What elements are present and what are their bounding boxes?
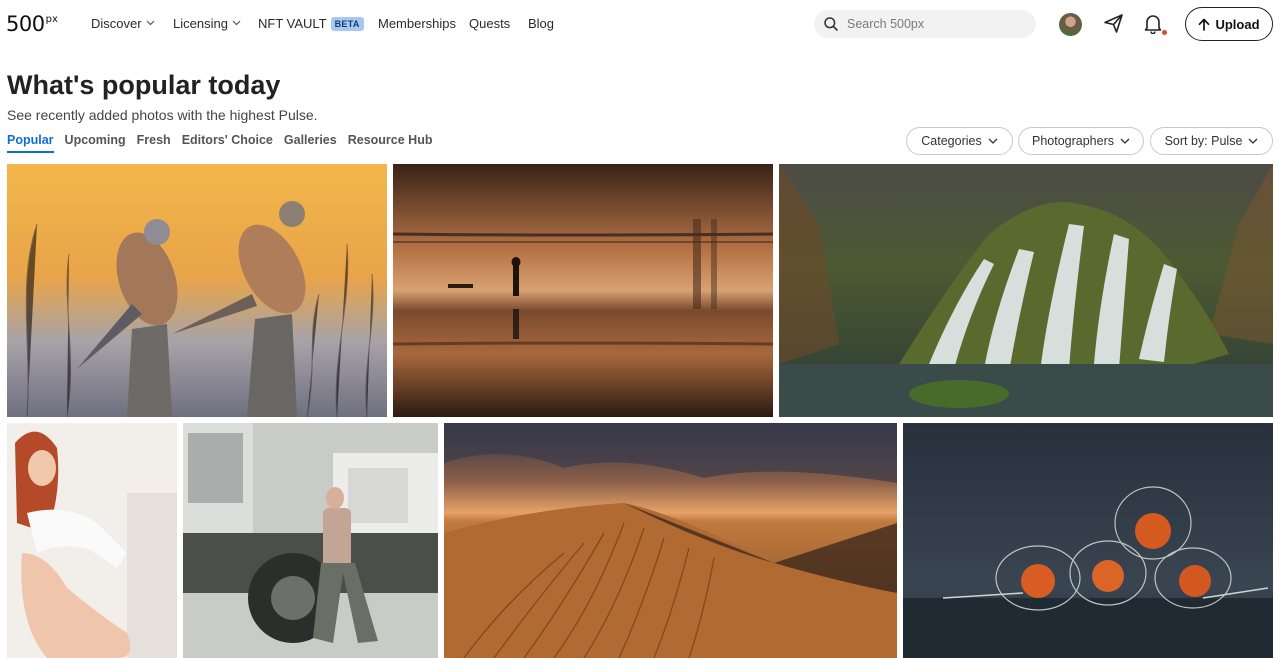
photo-bridge-silhouette[interactable] xyxy=(393,164,773,417)
tab-fresh[interactable]: Fresh xyxy=(137,133,171,153)
truck-image xyxy=(183,423,438,658)
nav-discover-label: Discover xyxy=(91,16,142,31)
beta-badge: BETA xyxy=(330,17,364,31)
nav-discover[interactable]: Discover xyxy=(91,16,155,31)
tab-resource-hub[interactable]: Resource Hub xyxy=(348,133,433,153)
nav-blog[interactable]: Blog xyxy=(528,16,554,31)
upload-label: Upload xyxy=(1215,16,1260,32)
chevron-down-icon xyxy=(1248,138,1258,144)
waterfall-image xyxy=(779,164,1273,417)
chevron-down-icon xyxy=(146,20,155,26)
nav-nft-vault-label: NFT VAULT xyxy=(258,16,327,31)
logo-500px[interactable]: 500px xyxy=(6,12,58,36)
feed-tabs: Popular Upcoming Fresh Editors' Choice G… xyxy=(7,133,432,153)
search-bar xyxy=(814,10,1036,38)
photo-kestrels[interactable] xyxy=(7,164,387,417)
arrow-up-icon xyxy=(1199,18,1210,31)
logo-text: 500 xyxy=(6,12,45,36)
nav-licensing[interactable]: Licensing xyxy=(173,16,241,31)
tab-galleries[interactable]: Galleries xyxy=(284,133,337,153)
send-icon[interactable] xyxy=(1103,13,1124,34)
search-icon xyxy=(824,17,838,31)
logo-sup: px xyxy=(45,14,58,25)
photo-truck-portrait[interactable] xyxy=(183,423,438,658)
tab-upcoming[interactable]: Upcoming xyxy=(65,133,126,153)
dune-image xyxy=(444,423,897,658)
photo-sand-dune[interactable] xyxy=(444,423,897,658)
photographers-label: Photographers xyxy=(1031,134,1114,148)
sort-label: Sort by: Pulse xyxy=(1164,134,1243,148)
photo-waterfall[interactable] xyxy=(779,164,1273,417)
bridge-image xyxy=(393,164,773,417)
sort-dropdown[interactable]: Sort by: Pulse xyxy=(1150,127,1273,155)
page-title: What's popular today xyxy=(7,70,281,100)
page-subtitle: See recently added photos with the highe… xyxy=(7,107,318,123)
chevron-down-icon xyxy=(988,138,998,144)
bell-icon[interactable] xyxy=(1143,13,1163,34)
tab-popular[interactable]: Popular xyxy=(7,133,54,153)
tab-editors-choice[interactable]: Editors' Choice xyxy=(182,133,273,153)
search-input[interactable] xyxy=(847,14,1027,34)
nav-nft-vault[interactable]: NFT VAULT BETA xyxy=(258,16,364,31)
physalis-image xyxy=(903,423,1273,658)
chevron-down-icon xyxy=(232,20,241,26)
photo-physalis[interactable] xyxy=(903,423,1273,658)
nav-memberships[interactable]: Memberships xyxy=(378,16,456,31)
top-navigation: 500px Discover Licensing NFT VAULT BETA M… xyxy=(0,0,1280,48)
upload-button[interactable]: Upload xyxy=(1185,7,1273,41)
photographers-dropdown[interactable]: Photographers xyxy=(1018,127,1144,155)
categories-label: Categories xyxy=(921,134,982,148)
notification-dot xyxy=(1162,30,1167,35)
chevron-down-icon xyxy=(1120,138,1130,144)
kestrels-image xyxy=(7,164,387,417)
photo-portrait-white-top[interactable] xyxy=(7,423,177,658)
avatar[interactable] xyxy=(1059,13,1082,36)
portrait-image xyxy=(7,423,177,658)
nav-licensing-label: Licensing xyxy=(173,16,228,31)
nav-quests[interactable]: Quests xyxy=(469,16,510,31)
categories-dropdown[interactable]: Categories xyxy=(906,127,1013,155)
